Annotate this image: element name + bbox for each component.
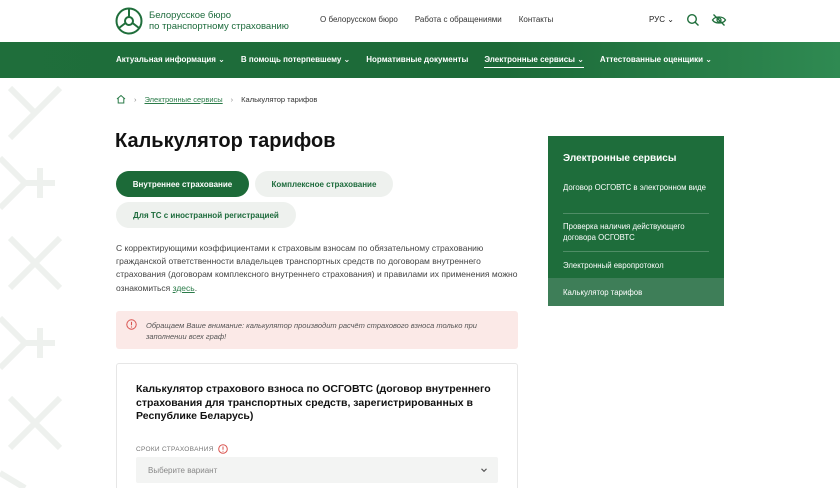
intro-link-here[interactable]: здесь [173,283,195,293]
top-links: О белорусском бюро Работа с обращениями … [320,15,553,24]
nav-item-documents[interactable]: Нормативные документы [366,55,468,64]
tab-complex-insurance[interactable]: Комплексное страхование [255,171,393,197]
nav-item-victim-help[interactable]: В помощь потерпевшему ⌄ [241,55,350,64]
top-link-about[interactable]: О белорусском бюро [320,15,398,24]
field-label-insurance-term: СРОКИ СТРАХОВАНИЯ [136,444,228,454]
breadcrumb-current: Калькулятор тарифов [241,94,318,104]
field-label-text: СРОКИ СТРАХОВАНИЯ [136,445,214,453]
sidebar-item-europrotocol[interactable]: Электронный европротокол [563,260,713,271]
search-icon[interactable] [686,13,700,27]
info-icon[interactable] [217,444,228,454]
logo-text: Белорусское бюро по транспортному страхо… [149,10,289,32]
site-logo[interactable]: Белорусское бюро по транспортному страхо… [115,7,289,35]
logo-line-2: по транспортному страхованию [149,21,289,32]
warning-icon [126,319,137,330]
sidebar-item-tariff-calculator[interactable]: Калькулятор тарифов [563,287,713,298]
select-placeholder: Выберите вариант [148,466,218,475]
breadcrumb-link-e-services[interactable]: Электронные сервисы [145,95,223,104]
sidebar-title: Электронные сервисы [563,153,677,164]
top-header: Белорусское бюро по транспортному страхо… [0,0,840,42]
sidebar-divider [563,213,709,214]
tab-domestic-insurance[interactable]: Внутреннее страхование [116,171,249,197]
sidebar-item-electronic-contract[interactable]: Договор ОСГОВТС в электронном виде [563,182,713,193]
intro-text: С корректирующими коэффициентами к страх… [116,242,521,295]
breadcrumb-separator-icon: › [230,94,234,104]
sidebar-e-services: Электронные сервисы Договор ОСГОВТС в эл… [548,136,724,306]
breadcrumb: › Электронные сервисы › Калькулятор тари… [116,94,317,104]
sidebar-divider [563,251,709,252]
calculator-card: Калькулятор страхового взноса по ОСГОВТС… [116,363,518,488]
nav-item-e-services[interactable]: Электронные сервисы ⌄ [484,55,584,68]
nav-item-news[interactable]: Актуальная информация ⌄ [116,55,225,64]
alert-text: Обращаем Ваше внимание: калькулятор прои… [146,321,477,341]
breadcrumb-separator-icon: › [134,94,137,104]
insurance-term-select[interactable]: Выберите вариант [136,457,498,483]
home-icon[interactable] [116,94,126,104]
language-selector[interactable]: РУС ⌄ [649,15,674,24]
tab-foreign-registration[interactable]: Для ТС с иностранной регистрацией [116,202,296,228]
top-link-contacts[interactable]: Контакты [519,15,554,24]
warning-alert: Обращаем Ваше внимание: калькулятор прои… [116,311,518,349]
logo-emblem-icon [115,7,143,35]
nav-item-appraisers[interactable]: Аттестованные оценщики ⌄ [600,55,712,64]
intro-end: . [194,282,198,293]
logo-line-1: Белорусское бюро [149,10,232,21]
top-link-appeals[interactable]: Работа с обращениями [415,15,502,24]
page-title: Калькулятор тарифов [115,130,336,152]
ornament-pattern [0,85,63,488]
chevron-down-icon [481,468,487,473]
sidebar-item-contract-check[interactable]: Проверка наличия действующего договора О… [563,221,713,243]
main-navigation: Актуальная информация ⌄ В помощь потерпе… [0,42,840,78]
calculator-title: Калькулятор страхового взноса по ОСГОВТС… [136,383,491,422]
eye-slash-icon[interactable] [711,13,727,27]
